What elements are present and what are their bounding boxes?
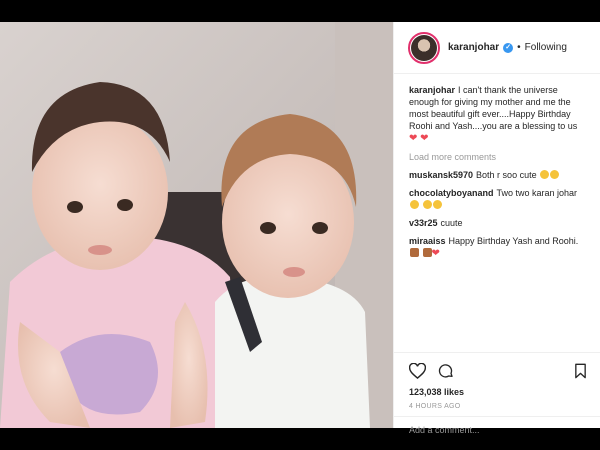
caption-username[interactable]: karanjohar xyxy=(409,85,455,95)
comment-item: v33r25 cuute xyxy=(409,217,586,229)
children-photo-illustration xyxy=(0,22,393,428)
kissing-face-emoji xyxy=(550,170,560,179)
bookmark-icon[interactable] xyxy=(574,363,587,379)
comment-text: Two two karan johar xyxy=(496,188,578,198)
load-more-comments-link[interactable]: Load more comments xyxy=(409,151,586,163)
post-actions: 123,038 likes 4 HOURS AGO xyxy=(394,352,600,410)
action-icons-row xyxy=(409,361,587,381)
speech-bubble-icon[interactable] xyxy=(438,363,454,379)
avatar[interactable] xyxy=(408,31,440,64)
heart-emoji: ❤ ❤ xyxy=(409,133,429,144)
post-photo[interactable] xyxy=(0,22,393,428)
instagram-post: karanjohar ✓ • Following karanjohar I can… xyxy=(0,22,600,435)
post-timestamp: 4 HOURS AGO xyxy=(409,403,461,410)
comment-item: miraaiss Happy Birthday Yash and Roohi. ❤ xyxy=(409,235,586,260)
smiling-face-emoji xyxy=(422,200,432,209)
comment-item: muskansk5970 Both r soo cute xyxy=(409,169,586,181)
comment-username[interactable]: muskansk5970 xyxy=(409,170,473,180)
smiling-face-emoji xyxy=(432,200,442,209)
comment-text: Both r soo cute xyxy=(476,170,537,180)
verified-badge-icon: ✓ xyxy=(503,42,514,53)
comment-text: Happy Birthday Yash and Roohi. xyxy=(448,236,579,246)
smiling-face-emoji xyxy=(410,200,419,209)
kissing-face-emoji xyxy=(540,170,550,179)
comment-username[interactable]: v33r25 xyxy=(409,218,438,228)
cake-emoji xyxy=(410,248,419,257)
heart-emoji: ❤ xyxy=(431,248,440,259)
comment-username[interactable]: chocolatyboyanand xyxy=(409,188,494,198)
caption: karanjohar I can't thank the universe eno… xyxy=(409,84,586,145)
separator-dot: • xyxy=(517,42,521,53)
cake-emoji xyxy=(422,248,432,257)
add-comment-input[interactable]: Add a comment... xyxy=(394,416,600,440)
following-button[interactable]: Following xyxy=(525,42,567,53)
comment-username[interactable]: miraaiss xyxy=(409,236,446,246)
comment-text: cuute xyxy=(440,218,463,228)
post-header: karanjohar ✓ • Following xyxy=(394,22,600,74)
avatar-image xyxy=(411,34,437,61)
comment-item: chocolatyboyanand Two two karan johar xyxy=(409,187,586,211)
likes-count[interactable]: 123,038 likes xyxy=(409,387,587,397)
post-side-panel: karanjohar ✓ • Following karanjohar I can… xyxy=(393,22,600,435)
header-username[interactable]: karanjohar xyxy=(448,42,499,53)
comments-section: karanjohar I can't thank the universe eno… xyxy=(394,74,600,316)
heart-outline-icon[interactable] xyxy=(409,363,426,379)
